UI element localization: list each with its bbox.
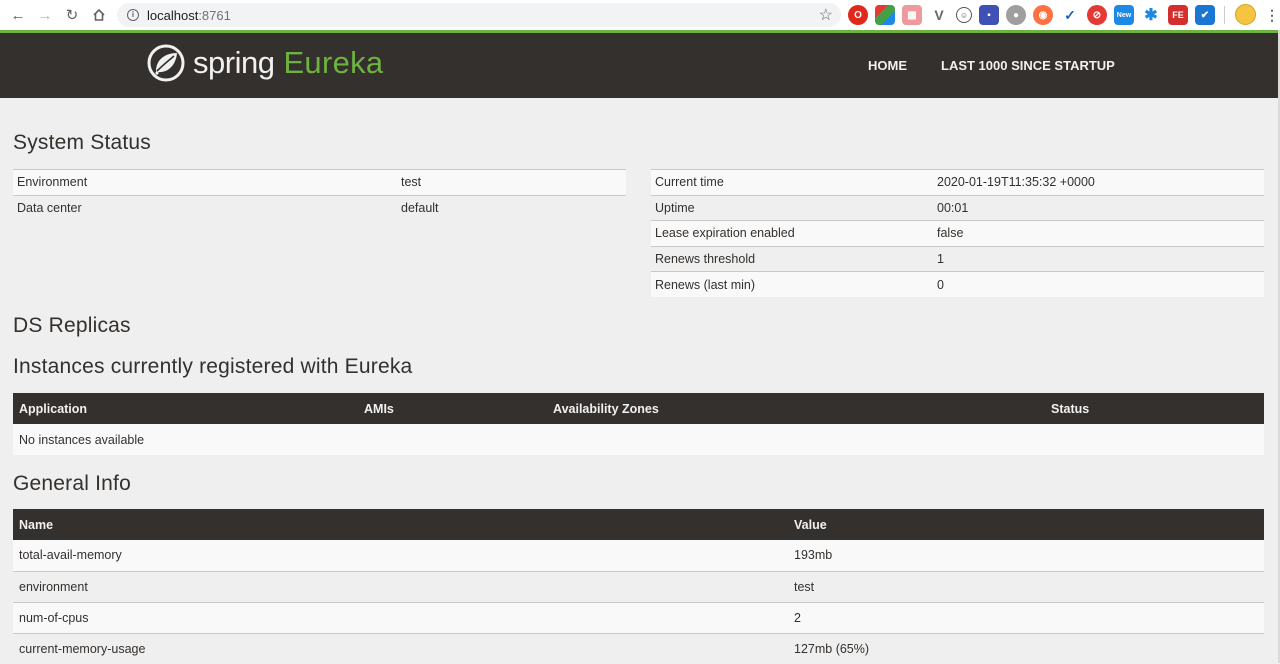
- table-row: Data center default: [13, 194, 626, 221]
- new-extension-icon[interactable]: New: [1114, 5, 1134, 25]
- grid-extension-icon[interactable]: ▦: [902, 5, 922, 25]
- nav-links: HOME LAST 1000 SINCE STARTUP: [868, 58, 1115, 73]
- info-name: environment: [13, 571, 788, 603]
- info-value: 193mb: [788, 540, 1264, 572]
- status-key: Data center: [13, 194, 397, 221]
- column-header-name: Name: [13, 509, 788, 540]
- browser-menu-icon[interactable]: ⋮: [1265, 4, 1279, 26]
- table-row: Environment test: [13, 169, 626, 195]
- info-name: total-avail-memory: [13, 540, 788, 572]
- system-status-left-table: Environment test Data center default: [13, 169, 626, 221]
- info-value: test: [788, 571, 1264, 603]
- nav-link-last-1000[interactable]: LAST 1000 SINCE STARTUP: [941, 58, 1115, 73]
- brand[interactable]: spring Eureka: [146, 43, 383, 83]
- system-status-right-table: Current time 2020-01-19T11:35:32 +0000 U…: [651, 169, 1264, 297]
- column-header-availability-zones: Availability Zones: [547, 393, 1045, 424]
- profile-avatar[interactable]: [1235, 4, 1256, 25]
- table-row: Renews threshold 1: [651, 245, 1264, 272]
- checkbox-extension-icon[interactable]: ✔: [1195, 5, 1215, 25]
- status-key: Renews (last min): [651, 271, 933, 297]
- table-row: total-avail-memory 193mb: [13, 540, 1264, 572]
- circle-extension-icon[interactable]: ●: [1006, 5, 1026, 25]
- asterisk-extension-icon[interactable]: ✱: [1141, 5, 1161, 25]
- status-value: false: [933, 220, 1264, 246]
- opera-extension-icon[interactable]: O: [848, 5, 868, 25]
- section-title-instances: Instances currently registered with Eure…: [13, 355, 413, 378]
- section-title-system-status: System Status: [13, 131, 151, 154]
- vue-devtools-icon[interactable]: V: [929, 5, 949, 25]
- table-row: current-memory-usage 127mb (65%): [13, 633, 1264, 664]
- status-value: 2020-01-19T11:35:32 +0000: [933, 169, 1264, 195]
- status-value: 00:01: [933, 194, 1264, 221]
- table-row: Renews (last min) 0: [651, 271, 1264, 297]
- section-title-ds-replicas: DS Replicas: [13, 314, 131, 337]
- table-row: Lease expiration enabled false: [651, 220, 1264, 246]
- check-extension-icon[interactable]: ✓: [1060, 5, 1080, 25]
- url-host: localhost: [147, 7, 199, 23]
- face-extension-icon[interactable]: ☺: [956, 7, 972, 23]
- save-extension-icon[interactable]: ▪: [979, 5, 999, 25]
- brand-spring-text: spring: [193, 45, 275, 80]
- column-header-amis: AMIs: [358, 393, 547, 424]
- extensions-bar: O ▦ V ☺ ▪ ● ◉ ✓ ⊘ New ✱ FE ✔: [848, 5, 1227, 25]
- status-value: 1: [933, 245, 1264, 272]
- main-content: System Status Environment test Data cent…: [0, 98, 1278, 664]
- back-arrow-icon[interactable]: ←: [5, 2, 31, 28]
- info-value: 2: [788, 602, 1264, 634]
- info-name: current-memory-usage: [13, 633, 788, 664]
- fe-extension-icon[interactable]: FE: [1168, 5, 1188, 25]
- reload-icon[interactable]: ↻: [59, 2, 85, 28]
- column-header-status: Status: [1045, 393, 1264, 424]
- color-extension-icon[interactable]: [875, 5, 895, 25]
- status-value: default: [397, 194, 626, 221]
- status-key: Lease expiration enabled: [651, 220, 933, 246]
- eureka-navbar: spring Eureka HOME LAST 1000 SINCE START…: [0, 30, 1278, 98]
- table-row: environment test: [13, 571, 1264, 603]
- status-key: Environment: [13, 169, 397, 195]
- table-row: num-of-cpus 2: [13, 602, 1264, 634]
- toolbar-divider: [1224, 6, 1225, 24]
- section-title-general-info: General Info: [13, 472, 131, 495]
- column-header-application: Application: [13, 393, 358, 424]
- general-info-table: Name Value total-avail-memory 193mb envi…: [13, 509, 1264, 664]
- block-extension-icon[interactable]: ⊘: [1087, 5, 1107, 25]
- empty-message: No instances available: [13, 424, 1264, 455]
- bookmark-star-icon[interactable]: ☆: [819, 5, 833, 25]
- url-port: :8761: [198, 7, 231, 23]
- weibo-extension-icon[interactable]: ◉: [1033, 5, 1053, 25]
- status-value: 0: [933, 271, 1264, 297]
- status-value: test: [397, 169, 626, 195]
- spring-leaf-logo-icon: [147, 44, 185, 82]
- browser-toolbar: ← → ↻ i localhost:8761 ☆ O ▦ V ☺ ▪ ● ◉ ✓…: [0, 0, 1280, 30]
- status-key: Current time: [651, 169, 933, 195]
- info-value: 127mb (65%): [788, 633, 1264, 664]
- home-icon[interactable]: [86, 2, 112, 28]
- forward-arrow-icon[interactable]: →: [32, 2, 58, 28]
- nav-link-home[interactable]: HOME: [868, 58, 907, 73]
- table-row: No instances available: [13, 424, 1264, 455]
- table-row: Uptime 00:01: [651, 194, 1264, 221]
- table-row: Current time 2020-01-19T11:35:32 +0000: [651, 169, 1264, 195]
- address-bar[interactable]: i localhost:8761 ☆: [117, 3, 841, 27]
- column-header-value: Value: [788, 509, 1264, 540]
- status-key: Renews threshold: [651, 245, 933, 272]
- instances-table: Application AMIs Availability Zones Stat…: [13, 393, 1264, 455]
- brand-eureka-text: Eureka: [283, 45, 384, 80]
- info-name: num-of-cpus: [13, 602, 788, 634]
- info-icon[interactable]: i: [127, 9, 139, 21]
- status-key: Uptime: [651, 194, 933, 221]
